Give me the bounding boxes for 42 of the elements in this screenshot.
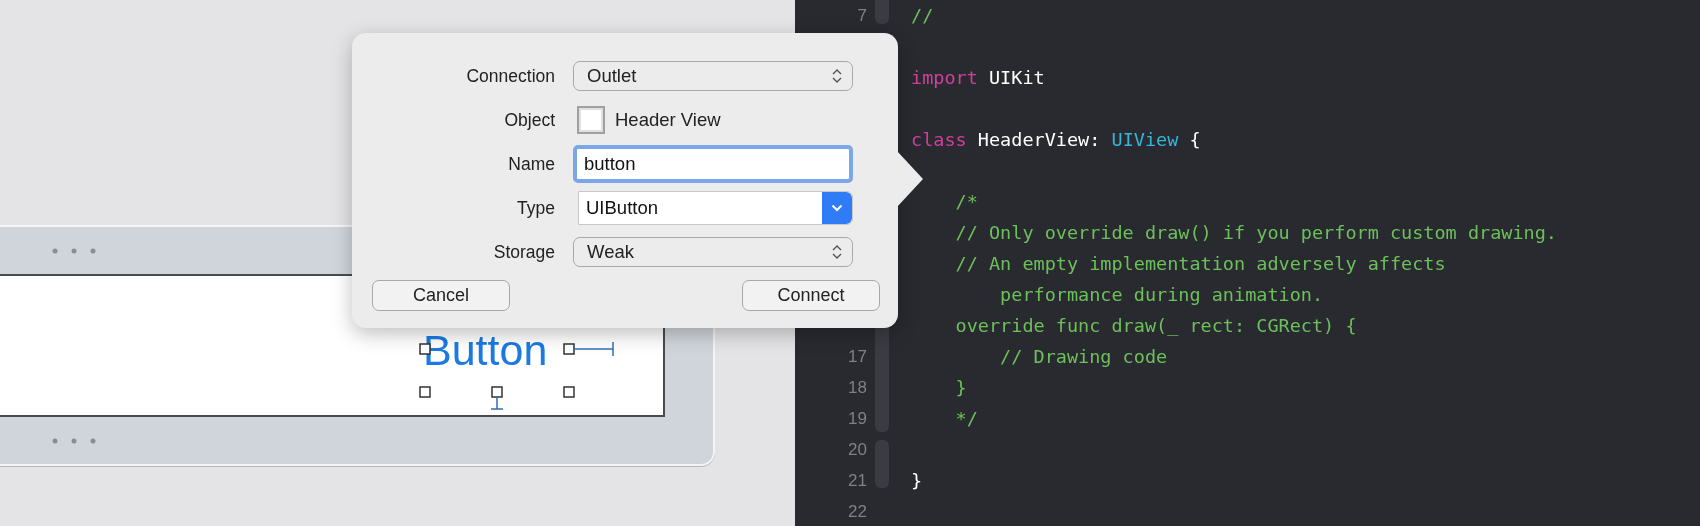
line-number: 19 (848, 409, 867, 428)
stepper-chevrons-icon (832, 244, 842, 260)
line-number: 20 (848, 440, 867, 459)
view-swatch-icon (577, 106, 605, 134)
name-field[interactable]: button (573, 145, 853, 183)
code-text: } (911, 470, 923, 491)
code-text: override func draw(_ rect: CGRect) { (954, 315, 1357, 336)
chevron-down-icon (831, 204, 843, 212)
dialog-button[interactable]: Cancel (372, 280, 510, 311)
type-combo-box[interactable]: UIButton (578, 191, 853, 225)
field-label: Storage (492, 241, 556, 263)
line-number: 7 (857, 6, 867, 25)
code-text: UIView (1111, 129, 1179, 150)
code-text: // An empty implementation adversely affects (954, 253, 1446, 274)
code-text: // Drawing code (999, 346, 1168, 367)
code-text: /* (954, 191, 978, 212)
line-number: 17 (848, 347, 867, 366)
canvas-button[interactable]: Button (423, 328, 548, 372)
field-label: Type (516, 197, 556, 219)
code-text: performance during animation. (999, 284, 1324, 305)
code-text: // (911, 5, 934, 26)
code-text: */ (954, 408, 978, 429)
dialog-button[interactable]: Connect (742, 280, 880, 311)
field-label: Name (507, 153, 556, 175)
code-text: HeaderView: (976, 129, 1102, 150)
dots-icon (52, 437, 96, 444)
code-text: import (911, 67, 978, 88)
dots-icon (52, 247, 96, 254)
field-label: Object (503, 109, 556, 131)
code-text: } (954, 377, 967, 398)
code-text: UIKit (987, 67, 1045, 88)
code-text: { (1188, 129, 1201, 150)
code-text: // Only override draw() if you perform custom drawing. (954, 222, 1557, 243)
object-name: Header View (615, 109, 721, 131)
line-number: 22 (848, 502, 867, 521)
code-text: class (911, 129, 967, 150)
popup-button[interactable]: Weak (573, 237, 853, 267)
field-label: Connection (465, 65, 556, 87)
stepper-chevrons-icon (832, 68, 842, 84)
popup-button[interactable]: Outlet (573, 61, 853, 91)
line-number: 21 (848, 471, 867, 490)
line-number: 18 (848, 378, 867, 397)
